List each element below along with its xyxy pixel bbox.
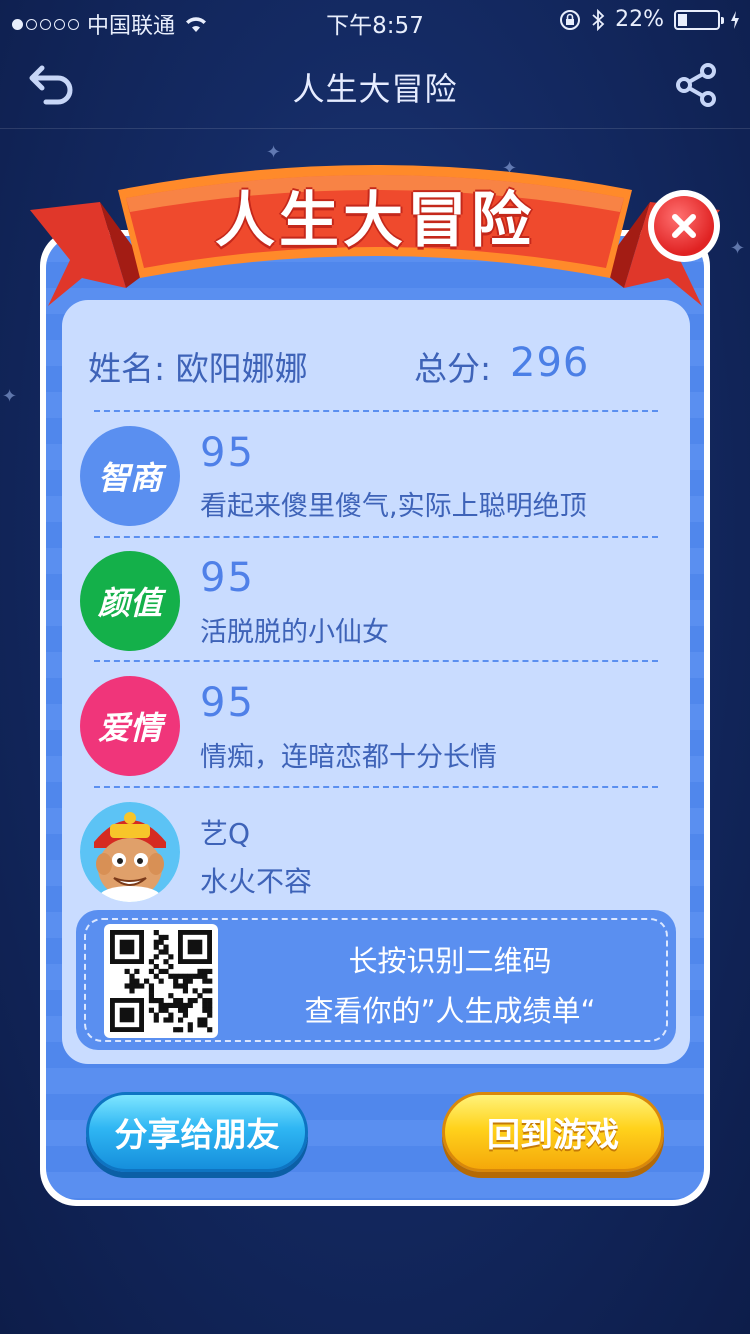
total-score-value: 296	[510, 340, 590, 386]
rotation-lock-icon	[560, 9, 581, 30]
love-score: 95	[200, 680, 255, 726]
player-name: 姓名: 欧阳娜娜	[88, 349, 308, 388]
status-right: 22%	[559, 7, 740, 32]
total-score-label: 总分:	[414, 349, 492, 388]
love-badge: 爱情	[80, 676, 180, 776]
iq-description: 看起来傻里傻气,实际上聪明绝顶	[200, 491, 587, 522]
qr-instruction-line1: 长按识别二维码	[348, 944, 552, 978]
status-bar: 中国联通 下午8:57 22%	[0, 0, 750, 40]
looks-badge: 颜值	[80, 551, 180, 651]
divider	[94, 660, 658, 662]
match-name: 艺Q	[200, 817, 251, 850]
back-to-game-button[interactable]: 回到游戏	[442, 1092, 664, 1172]
looks-score: 95	[200, 555, 255, 601]
iq-badge: 智商	[80, 426, 180, 526]
share-icon[interactable]	[674, 62, 720, 108]
match-description: 水火不容	[200, 865, 313, 898]
navigation-bar: 人生大冒险	[0, 40, 750, 129]
page-title: 人生大冒险	[292, 70, 458, 108]
close-button[interactable]	[648, 190, 720, 262]
qr-code[interactable]	[104, 924, 218, 1038]
divider	[94, 410, 658, 412]
banner-title: 人生大冒险	[215, 186, 535, 256]
star-decoration: ✦	[2, 386, 18, 407]
looks-description: 活脱脱的小仙女	[200, 617, 389, 648]
battery-percent: 22%	[615, 7, 664, 32]
share-to-friends-button[interactable]: 分享给朋友	[86, 1092, 308, 1172]
qr-instruction-line2: 查看你的”人生成绩单“	[304, 994, 596, 1028]
love-description: 情痴，连暗恋都十分长情	[200, 742, 497, 773]
divider	[94, 536, 658, 538]
battery-icon	[674, 9, 724, 30]
iq-score: 95	[200, 430, 255, 476]
character-avatar	[80, 802, 180, 902]
bluetooth-icon	[592, 8, 605, 31]
close-icon	[654, 196, 714, 256]
charging-icon	[731, 10, 739, 29]
divider	[94, 786, 658, 788]
